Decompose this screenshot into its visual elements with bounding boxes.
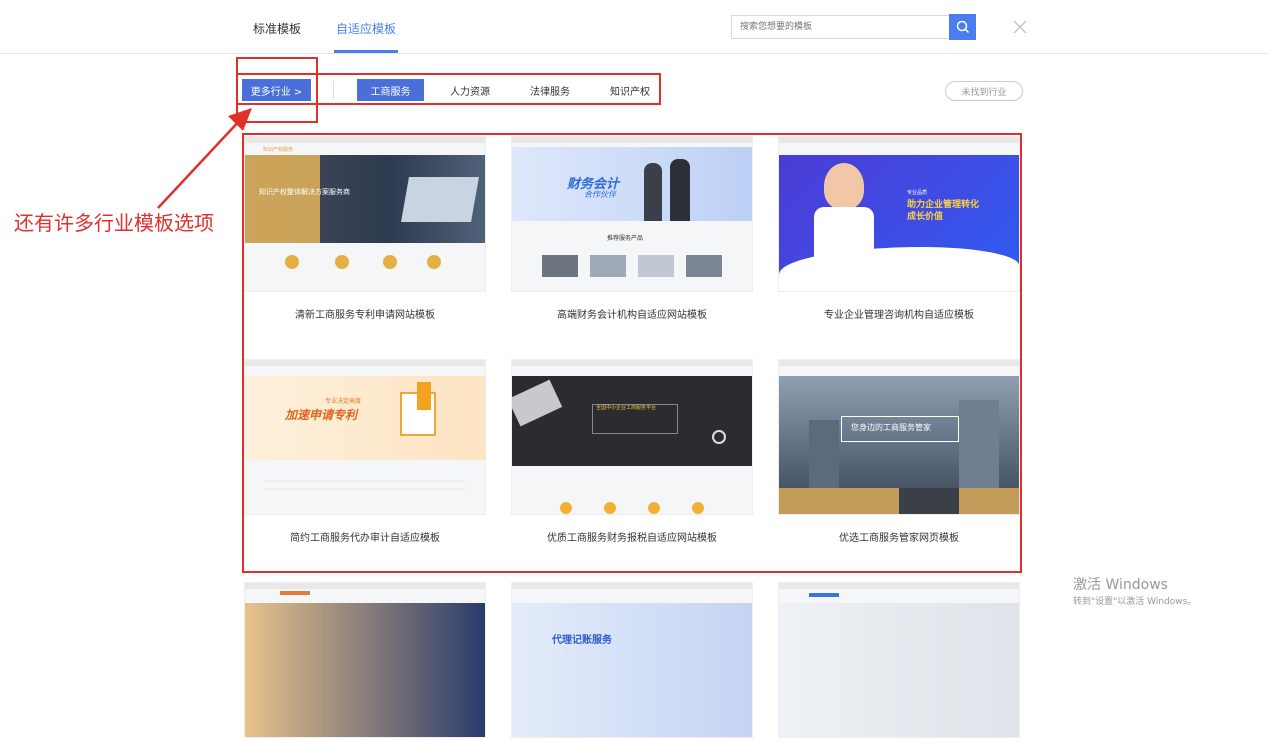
template-thumbnail: 全国中小企业工商服务平台 (511, 359, 753, 515)
template-thumbnail: 您身边的工商服务管家 (778, 359, 1020, 515)
template-thumbnail (778, 582, 1020, 738)
template-title: 简约工商服务代办审计自适应模板 (290, 533, 440, 544)
industry-not-found-button[interactable]: 未找到行业 (945, 81, 1023, 101)
template-card[interactable]: 全国中小企业工商服务平台 优质工商服务财务报税自适应网站模板 (511, 359, 753, 544)
template-card[interactable]: 专业品质 助力企业管理转化 成长价值 专业企业管理咨询机构自适应模板 (778, 136, 1020, 321)
industry-tab-legal-services[interactable]: 法律服务 (520, 79, 580, 101)
template-title: 专业企业管理咨询机构自适应模板 (824, 310, 974, 321)
template-title: 优选工商服务管家网页模板 (839, 533, 959, 544)
windows-activation-watermark: 激活 Windows (1073, 577, 1168, 593)
template-card[interactable]: 专业决定高度 加速申请专利 简约工商服务代办审计自适应模板 (244, 359, 486, 544)
search-icon (956, 20, 969, 34)
tab-standard-templates[interactable]: 标准模板 (253, 20, 301, 37)
template-thumbnail: 专业决定高度 加速申请专利 (244, 359, 486, 515)
template-thumbnail (244, 582, 486, 738)
close-icon[interactable] (1011, 18, 1029, 36)
template-card[interactable] (778, 582, 1020, 738)
template-card[interactable] (244, 582, 486, 738)
tab-responsive-templates[interactable]: 自适应模板 (336, 20, 396, 37)
more-industries-button[interactable]: 更多行业 > (242, 79, 311, 101)
template-card[interactable]: 知识产权整体解决方案服务商 知识产权服务 清新工商服务专利申请网站模板 (244, 136, 486, 321)
industry-tab-intellectual-property[interactable]: 知识产权 (600, 79, 660, 101)
active-tab-underline (334, 50, 398, 53)
template-title: 清新工商服务专利申请网站模板 (295, 310, 435, 321)
template-title: 优质工商服务财务报税自适应网站模板 (547, 533, 717, 544)
windows-activation-hint: 转到"设置"以激活 Windows。 (1073, 597, 1197, 607)
template-thumbnail: 知识产权整体解决方案服务商 知识产权服务 (244, 136, 486, 292)
template-card[interactable]: 财务会计 合作伙伴 推荐服务产品 高端财务会计机构自适应网站模板 (511, 136, 753, 321)
template-card[interactable]: 您身边的工商服务管家 优选工商服务管家网页模板 (778, 359, 1020, 544)
industry-tab-human-resources[interactable]: 人力资源 (440, 79, 500, 101)
template-thumbnail: 代理记账服务 (511, 582, 753, 738)
top-bar: 标准模板 自适应模板 (0, 0, 1269, 54)
template-title: 高端财务会计机构自适应网站模板 (557, 310, 707, 321)
template-thumbnail: 财务会计 合作伙伴 推荐服务产品 (511, 136, 753, 292)
template-thumbnail: 专业品质 助力企业管理转化 成长价值 (778, 136, 1020, 292)
template-card[interactable]: 代理记账服务 (511, 582, 753, 738)
divider (333, 81, 334, 99)
industry-tab-business-services[interactable]: 工商服务 (357, 79, 424, 101)
search-button[interactable] (949, 14, 976, 40)
search-input[interactable] (731, 15, 950, 39)
